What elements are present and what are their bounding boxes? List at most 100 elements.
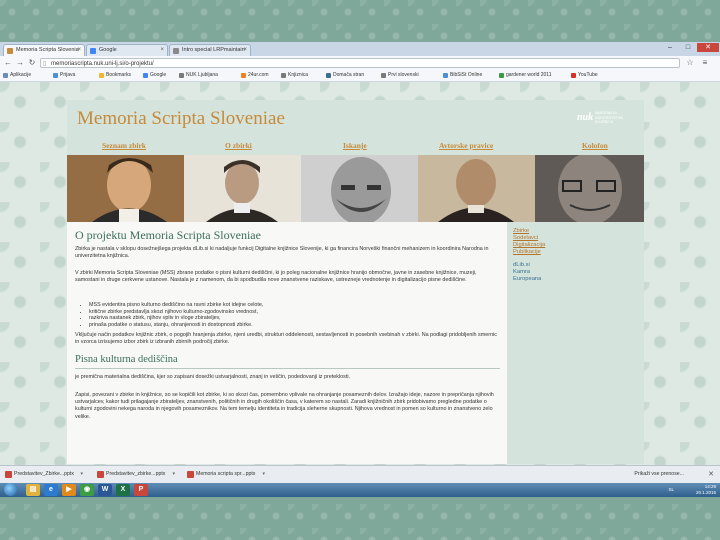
powerpoint-icon[interactable]: P — [134, 484, 148, 496]
browser-window: Memoria Scripta Slovenia × Google × Intr… — [0, 42, 720, 497]
clock-time[interactable]: 14:29 — [705, 484, 716, 489]
download-label: Predstavitev_Zbirke...pptx — [14, 471, 74, 477]
bookmark-item[interactable]: Domača stran — [325, 71, 364, 80]
section-heading: Pisna kulturna dediščina — [75, 354, 178, 365]
site-nav: Seznam zbirk O zbirki Iskanje Avtorske p… — [67, 140, 644, 152]
sidebar-link-kamra[interactable]: Kamra — [513, 269, 530, 276]
closing-paragraph: Vključuje način podatkov knjižnic zbirk,… — [75, 332, 497, 346]
bookmark-label: Aplikacije — [10, 72, 32, 78]
bookmark-item[interactable]: NUK Ljubljana — [178, 71, 218, 80]
tab-label: Google — [99, 47, 117, 53]
pptx-file-icon — [187, 471, 194, 478]
nuk-logo-mark: nuk — [577, 112, 594, 123]
sidebar-link-sodelavci[interactable]: Sodelavci — [513, 235, 538, 242]
list-item: razkriva nastanek zbirk, njihov vpliv in… — [89, 315, 449, 322]
bookmarks-bar: Aplikacije Prijava Bookmarks Google NUK … — [0, 70, 720, 82]
tab-google[interactable]: Google × — [86, 44, 168, 56]
sidebar: Zbirke Sodelavci Digitalizacija Publikac… — [507, 222, 644, 464]
sidebar-link-publikacije[interactable]: Publikacije — [513, 249, 541, 256]
start-button[interactable] — [4, 483, 17, 496]
chrome-icon[interactable]: ◉ — [80, 484, 94, 496]
reload-icon[interactable]: ↻ — [27, 58, 37, 68]
sidebar-link-zbirke[interactable]: Zbirke — [513, 228, 529, 235]
page-heading: O projektu Memoria Scripta Sloveniae — [75, 228, 261, 242]
bookmark-item[interactable]: YouTube — [570, 71, 598, 80]
bookmark-item[interactable]: 24ur.com — [240, 71, 269, 80]
bookmark-label: Domača stran — [333, 72, 365, 78]
nav-o-zbirki[interactable]: O zbirki — [225, 141, 252, 150]
close-window-button[interactable]: ✕ — [697, 43, 719, 52]
word-icon[interactable]: W — [98, 484, 112, 496]
address-bar: ← → ↻ ▯ memoriascripta.nuk.uni-lj.si/o-p… — [0, 56, 720, 71]
list-item: kritične zbirke predstavlja skozi njihov… — [89, 309, 449, 316]
forward-icon[interactable]: → — [15, 58, 25, 68]
chevron-down-icon[interactable]: ▾ — [262, 468, 265, 481]
show-all-downloads-link[interactable]: Prikaži vse prenose... — [634, 468, 684, 481]
bookmark-item[interactable]: gardener world 2011 — [498, 71, 552, 80]
sidebar-link-europeana[interactable]: Europeana — [513, 276, 541, 283]
bookmark-icon — [143, 73, 148, 78]
history-paragraph: Zapisi, povezani v zbirke in knjižnice, … — [75, 392, 494, 420]
divider — [75, 368, 500, 369]
close-downloads-icon[interactable]: ✕ — [708, 468, 714, 481]
nav-avtorske-pravice[interactable]: Avtorske pravice — [439, 141, 493, 150]
bookmark-item[interactable]: BibSiSt Online — [442, 71, 482, 80]
tab-memoria[interactable]: Memoria Scripta Slovenia × — [3, 44, 85, 56]
bookmark-label: Bookmarks — [106, 72, 132, 78]
bookmark-item[interactable]: Prijava — [52, 71, 75, 80]
portrait-5 — [535, 155, 644, 222]
pptx-file-icon — [5, 471, 12, 478]
download-item[interactable]: Memoria scripta spr...pptx ▾ — [186, 468, 268, 481]
page-info-icon: ▯ — [43, 61, 47, 67]
bookmark-item[interactable]: Aplikacije — [2, 71, 31, 80]
nav-kolofon[interactable]: Kolofon — [582, 141, 608, 150]
bookmark-icon — [443, 73, 448, 78]
bookmark-label: BibSiSt Online — [450, 72, 483, 78]
download-item[interactable]: Predstavitev_Zbirke...pptx ▾ — [4, 468, 86, 481]
bookmark-label: NUK Ljubljana — [186, 72, 218, 78]
menu-icon[interactable]: ≡ — [700, 58, 710, 68]
download-label: Memoria scripta spr...pptx — [196, 471, 256, 477]
star-icon[interactable]: ☆ — [685, 58, 695, 68]
mss-bullet-list: MSS evidentira pisno kulturno dediščino … — [81, 302, 449, 328]
explorer-icon[interactable]: ▤ — [26, 484, 40, 496]
url-input[interactable]: ▯ memoriascripta.nuk.uni-lj.si/o-projekt… — [40, 58, 680, 68]
minimize-button[interactable]: – — [662, 43, 678, 52]
downloads-bar: Predstavitev_Zbirke...pptx ▾ Predstavitev… — [0, 465, 720, 484]
nuk-logo[interactable]: nuk NARODNA IN UNIVERZITETNA KNJIŽNICA — [577, 110, 632, 132]
bookmark-item[interactable]: Bookmarks — [98, 71, 131, 80]
chevron-down-icon[interactable]: ▾ — [172, 468, 175, 481]
download-item[interactable]: Predstavitev_zbirke...pptx ▾ — [96, 468, 178, 481]
nav-seznam-zbirk[interactable]: Seznam zbirk — [102, 141, 146, 150]
tab-intro[interactable]: Intro special LRPmaintain × — [169, 44, 251, 56]
youtube-icon — [571, 73, 576, 78]
sidebar-link-dlib[interactable]: dLib.si — [513, 262, 530, 269]
ie-icon[interactable]: e — [44, 484, 58, 496]
site-header: Memoria Scripta Sloveniae nuk NARODNA IN… — [67, 100, 644, 140]
portrait-2 — [184, 155, 301, 222]
bookmark-item[interactable]: Prvi slovenski — [380, 71, 419, 80]
bookmark-icon — [499, 73, 504, 78]
site-page: Memoria Scripta Sloveniae nuk NARODNA IN… — [67, 100, 644, 464]
bookmark-item[interactable]: Knjiznica — [280, 71, 308, 80]
nav-iskanje[interactable]: Iskanje — [343, 141, 367, 150]
close-tab-icon[interactable]: × — [160, 45, 164, 56]
maximize-button[interactable]: □ — [680, 43, 696, 52]
portrait-1 — [67, 155, 184, 222]
language-indicator[interactable]: SL — [668, 487, 674, 492]
sidebar-link-digitalizacija[interactable]: Digitalizacija — [513, 242, 545, 249]
chevron-down-icon[interactable]: ▾ — [80, 468, 83, 481]
site-title[interactable]: Memoria Scripta Sloveniae — [77, 108, 285, 130]
bookmark-icon — [53, 73, 58, 78]
excel-icon[interactable]: X — [116, 484, 130, 496]
media-icon[interactable]: ▶ — [62, 484, 76, 496]
close-tab-icon[interactable]: × — [243, 45, 247, 56]
apps-icon — [3, 73, 8, 78]
bookmark-icon — [381, 73, 386, 78]
close-tab-icon[interactable]: × — [77, 45, 81, 56]
mss-paragraph: V zbirki Memoria Scripta Sloveniae (MSS)… — [75, 270, 477, 284]
clock-date[interactable]: 20.1.2015 — [696, 490, 716, 495]
back-icon[interactable]: ← — [3, 58, 13, 68]
intro-paragraph: Zbirka je nastala v sklopu dosežnejšega … — [75, 246, 489, 260]
bookmark-item[interactable]: Google — [142, 71, 166, 80]
